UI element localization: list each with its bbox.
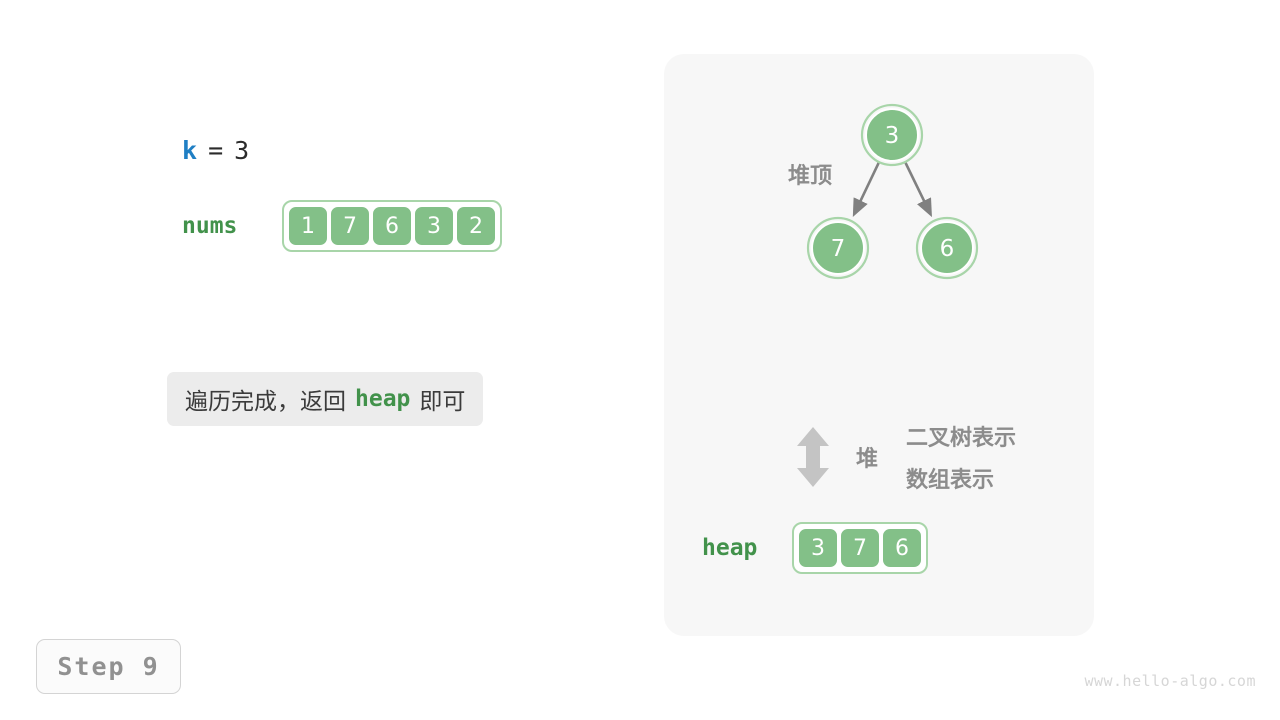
tree-edge — [906, 163, 931, 214]
k-variable-value: 3 — [234, 136, 250, 165]
nums-array-cell: 2 — [455, 205, 497, 247]
nums-array-container: 17632 — [282, 200, 502, 252]
k-variable-row: k = 3 — [182, 136, 250, 165]
annotation-box: 遍历完成，返回 heap 即可 — [167, 372, 483, 426]
double-arrow-vertical-icon — [794, 426, 832, 488]
tree-edges — [854, 163, 930, 214]
tree-node-value: 3 — [885, 123, 900, 149]
heap-array-cell: 7 — [839, 527, 881, 569]
heap-array-cell: 3 — [797, 527, 839, 569]
nums-array-cell: 1 — [287, 205, 329, 247]
nums-array-cell: 7 — [329, 205, 371, 247]
binary-tree-diagram: 3 7 6 — [664, 54, 1094, 314]
nums-array-cell: 6 — [371, 205, 413, 247]
k-equals-sign: = — [208, 136, 224, 165]
step-badge: Step 9 — [36, 639, 181, 694]
representation-line: 二叉树表示 — [906, 420, 1016, 452]
heap-array-container: 376 — [792, 522, 928, 574]
heap-array-row: heap 376 — [702, 522, 928, 574]
tree-edge — [854, 163, 878, 214]
representation-line: 数组表示 — [906, 462, 1016, 494]
heap-array-cell: 6 — [881, 527, 923, 569]
watermark: www.hello-algo.com — [1084, 672, 1256, 690]
heap-label: heap — [702, 535, 792, 561]
tree-node: 6 — [917, 218, 977, 278]
k-variable-name: k — [182, 136, 198, 165]
tree-node: 7 — [808, 218, 868, 278]
heap-visualization-panel: 堆顶 376 堆 二叉树表示数组表示 heap 376 — [664, 54, 1094, 636]
equivalence-representations: 二叉树表示数组表示 — [906, 420, 1016, 494]
tree-node: 3 — [862, 105, 922, 165]
tree-nodes: 3 7 6 — [808, 105, 977, 278]
equivalence-block: 堆 二叉树表示数组表示 — [794, 420, 1016, 494]
left-column: k = 3 nums 17632 遍历完成，返回 heap 即可 — [0, 0, 640, 720]
annotation-text-before: 遍历完成，返回 — [185, 382, 346, 416]
nums-array-row: nums 17632 — [182, 200, 502, 252]
equivalence-heap-label: 堆 — [856, 441, 878, 473]
tree-node-value: 7 — [831, 236, 846, 262]
nums-array-cell: 3 — [413, 205, 455, 247]
annotation-code-heap: heap — [355, 386, 410, 412]
annotation-text-after: 即可 — [419, 382, 465, 416]
nums-label: nums — [182, 213, 282, 239]
tree-node-value: 6 — [940, 236, 955, 262]
